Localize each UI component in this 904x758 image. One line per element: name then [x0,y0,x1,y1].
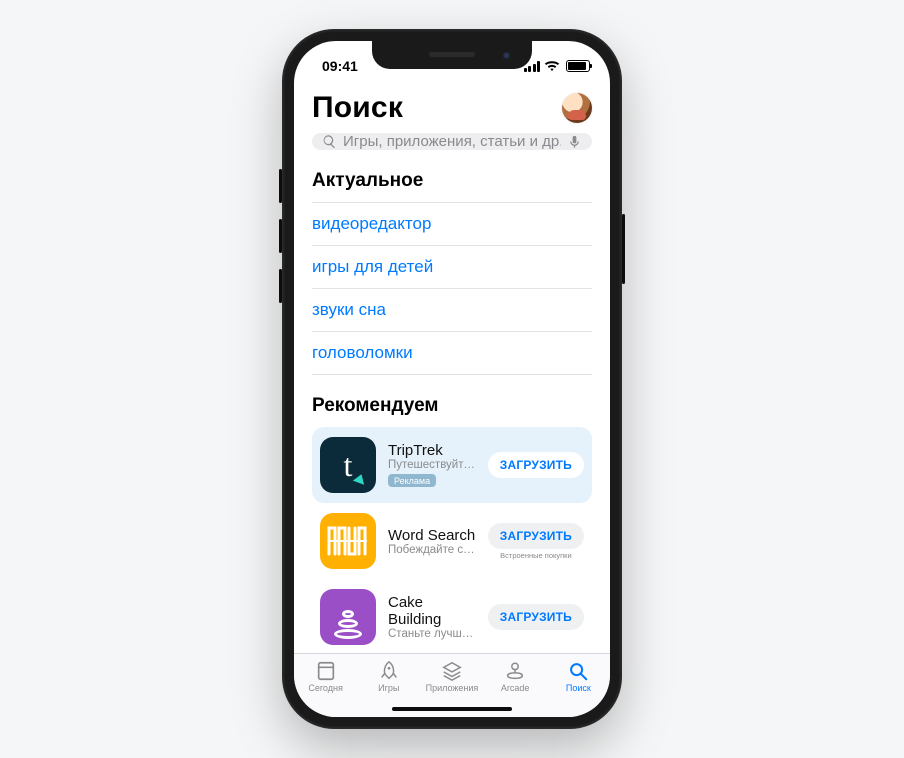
notch [372,41,532,69]
iap-label: Встроенные покупки [500,551,572,560]
download-button[interactable]: ЗАГРУЗИТЬ [488,452,584,478]
app-icon-triptrek: t [320,437,376,493]
search-icon [322,134,337,149]
profile-avatar[interactable] [562,93,592,123]
app-icon-wordsearch [320,513,376,569]
app-subtitle: Станьте лучшим пекарем! [388,628,476,640]
trending-item[interactable]: головоломки [312,332,592,375]
download-button[interactable]: ЗАГРУЗИТЬ [488,604,584,630]
trending-item[interactable]: звуки сна [312,289,592,332]
ad-badge: Реклама [388,474,436,487]
layers-icon [440,660,464,682]
app-name: Word Search [388,527,476,544]
app-row-triptrek[interactable]: t TripTrek Путешествуйте, отслежи... Рек… [312,427,592,503]
battery-icon [566,60,590,72]
suggested-title: Рекомендуем [312,395,592,417]
tab-search[interactable]: Поиск [548,660,608,693]
app-row-wordsearch[interactable]: Word Search Побеждайте с помощью... ЗАГР… [312,503,592,579]
trending-list: видеоредактор игры для детей звуки сна г… [312,194,592,375]
trending-item[interactable]: видеоредактор [312,202,592,246]
trending-item[interactable]: игры для детей [312,246,592,289]
today-icon [314,660,338,682]
app-name: TripTrek [388,442,476,459]
wifi-icon [544,60,560,72]
tab-bar: Сегодня Игры Приложения Arcade Поиск [294,653,610,717]
app-icon-cakebuilding [320,589,376,645]
search-field[interactable] [312,133,592,150]
home-indicator[interactable] [392,707,512,712]
tab-today[interactable]: Сегодня [296,660,356,693]
tab-apps[interactable]: Приложения [422,660,482,693]
download-button[interactable]: ЗАГРУЗИТЬ [488,523,584,549]
page-title: Поиск [312,91,403,125]
rocket-icon [377,660,401,682]
app-name: Cake Building [388,594,476,628]
phone-frame: 09:41 Поиск Актуальное видеоредактор игр… [282,29,622,729]
search-input[interactable] [343,133,561,150]
arcade-icon [503,660,527,682]
screen: 09:41 Поиск Актуальное видеоредактор игр… [294,41,610,717]
mic-icon[interactable] [567,134,582,149]
status-time: 09:41 [322,58,358,74]
app-subtitle: Путешествуйте, отслежи... [388,459,476,471]
app-subtitle: Побеждайте с помощью... [388,544,476,556]
tab-arcade[interactable]: Arcade [485,660,545,693]
tab-games[interactable]: Игры [359,660,419,693]
search-tab-icon [566,660,590,682]
trending-title: Актуальное [312,170,592,192]
app-row-cakebuilding[interactable]: Cake Building Станьте лучшим пекарем! ЗА… [312,579,592,653]
